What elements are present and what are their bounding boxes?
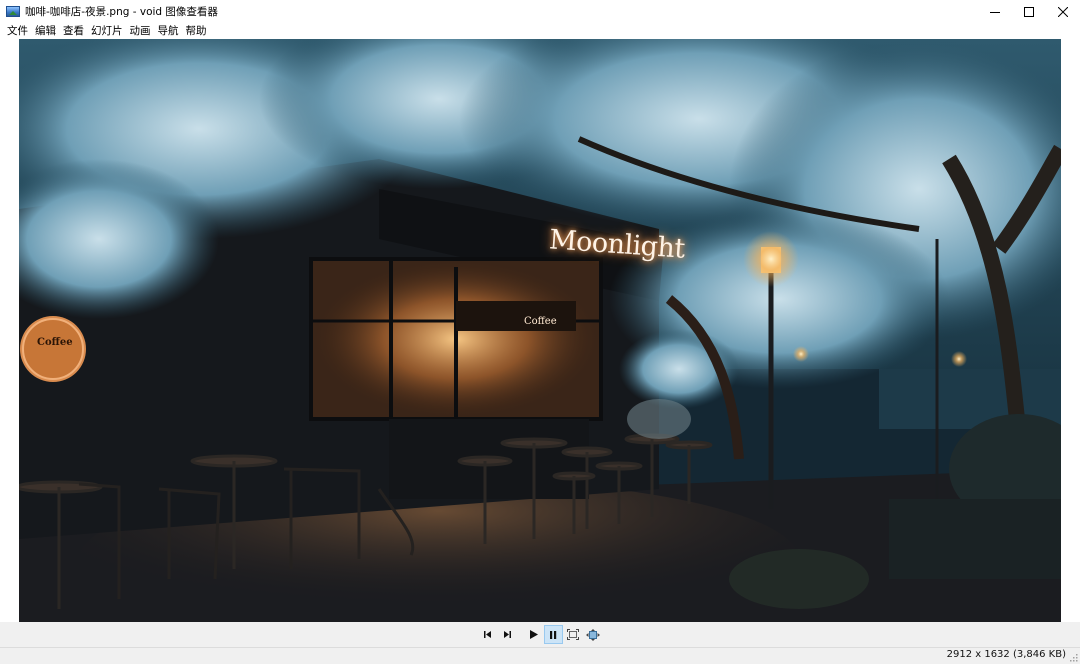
actual-size-button[interactable] — [584, 625, 603, 644]
menu-navigate[interactable]: 导航 — [155, 23, 183, 39]
play-icon — [529, 630, 538, 639]
fit-window-icon — [567, 629, 579, 640]
menu-help[interactable]: 帮助 — [183, 23, 211, 39]
menu-edit[interactable]: 编辑 — [32, 23, 60, 39]
menu-view[interactable]: 查看 — [60, 23, 88, 39]
close-button[interactable] — [1046, 0, 1080, 23]
next-icon — [503, 631, 511, 638]
image-info: 2912 x 1632 (3,846 KB) — [946, 649, 1066, 660]
actual-size-icon — [586, 628, 600, 641]
close-icon — [1058, 6, 1068, 17]
menu-bar: 文件 编辑 查看 幻灯片 动画 导航 帮助 — [0, 23, 1080, 39]
app-icon — [6, 6, 20, 17]
pause-button[interactable] — [543, 625, 563, 644]
displayed-image[interactable]: Moonlight Coffee Coffee — [19, 39, 1061, 622]
fit-window-button[interactable] — [564, 625, 583, 644]
resize-grip-icon[interactable] — [1069, 653, 1078, 662]
status-bar: 2912 x 1632 (3,846 KB) — [0, 647, 1080, 664]
window-controls — [978, 0, 1080, 23]
wall-sign-text: Coffee — [37, 337, 73, 348]
window-title: 咖啡-咖啡店-夜景.png - void 图像查看器 — [25, 6, 218, 18]
menu-animation[interactable]: 动画 — [127, 23, 155, 39]
menu-board-text: Coffee — [524, 316, 557, 327]
pause-icon — [550, 630, 557, 639]
image-viewport[interactable]: Moonlight Coffee Coffee — [0, 39, 1080, 622]
previous-icon — [483, 631, 491, 638]
maximize-icon — [1024, 6, 1034, 17]
previous-button[interactable] — [478, 625, 497, 644]
menu-slideshow[interactable]: 幻灯片 — [88, 23, 127, 39]
next-button[interactable] — [498, 625, 517, 644]
image-viewer-window: 咖啡-咖啡店-夜景.png - void 图像查看器 文件 编辑 查看 幻灯片 … — [0, 0, 1080, 664]
maximize-button[interactable] — [1012, 0, 1046, 23]
menu-file[interactable]: 文件 — [4, 23, 32, 39]
play-button[interactable] — [524, 625, 543, 644]
night-coffee-shop-picture — [19, 39, 1061, 622]
playback-toolbar — [0, 622, 1080, 647]
minimize-button[interactable] — [978, 0, 1012, 23]
title-bar[interactable]: 咖啡-咖啡店-夜景.png - void 图像查看器 — [0, 0, 1080, 23]
minimize-icon — [990, 11, 1000, 13]
